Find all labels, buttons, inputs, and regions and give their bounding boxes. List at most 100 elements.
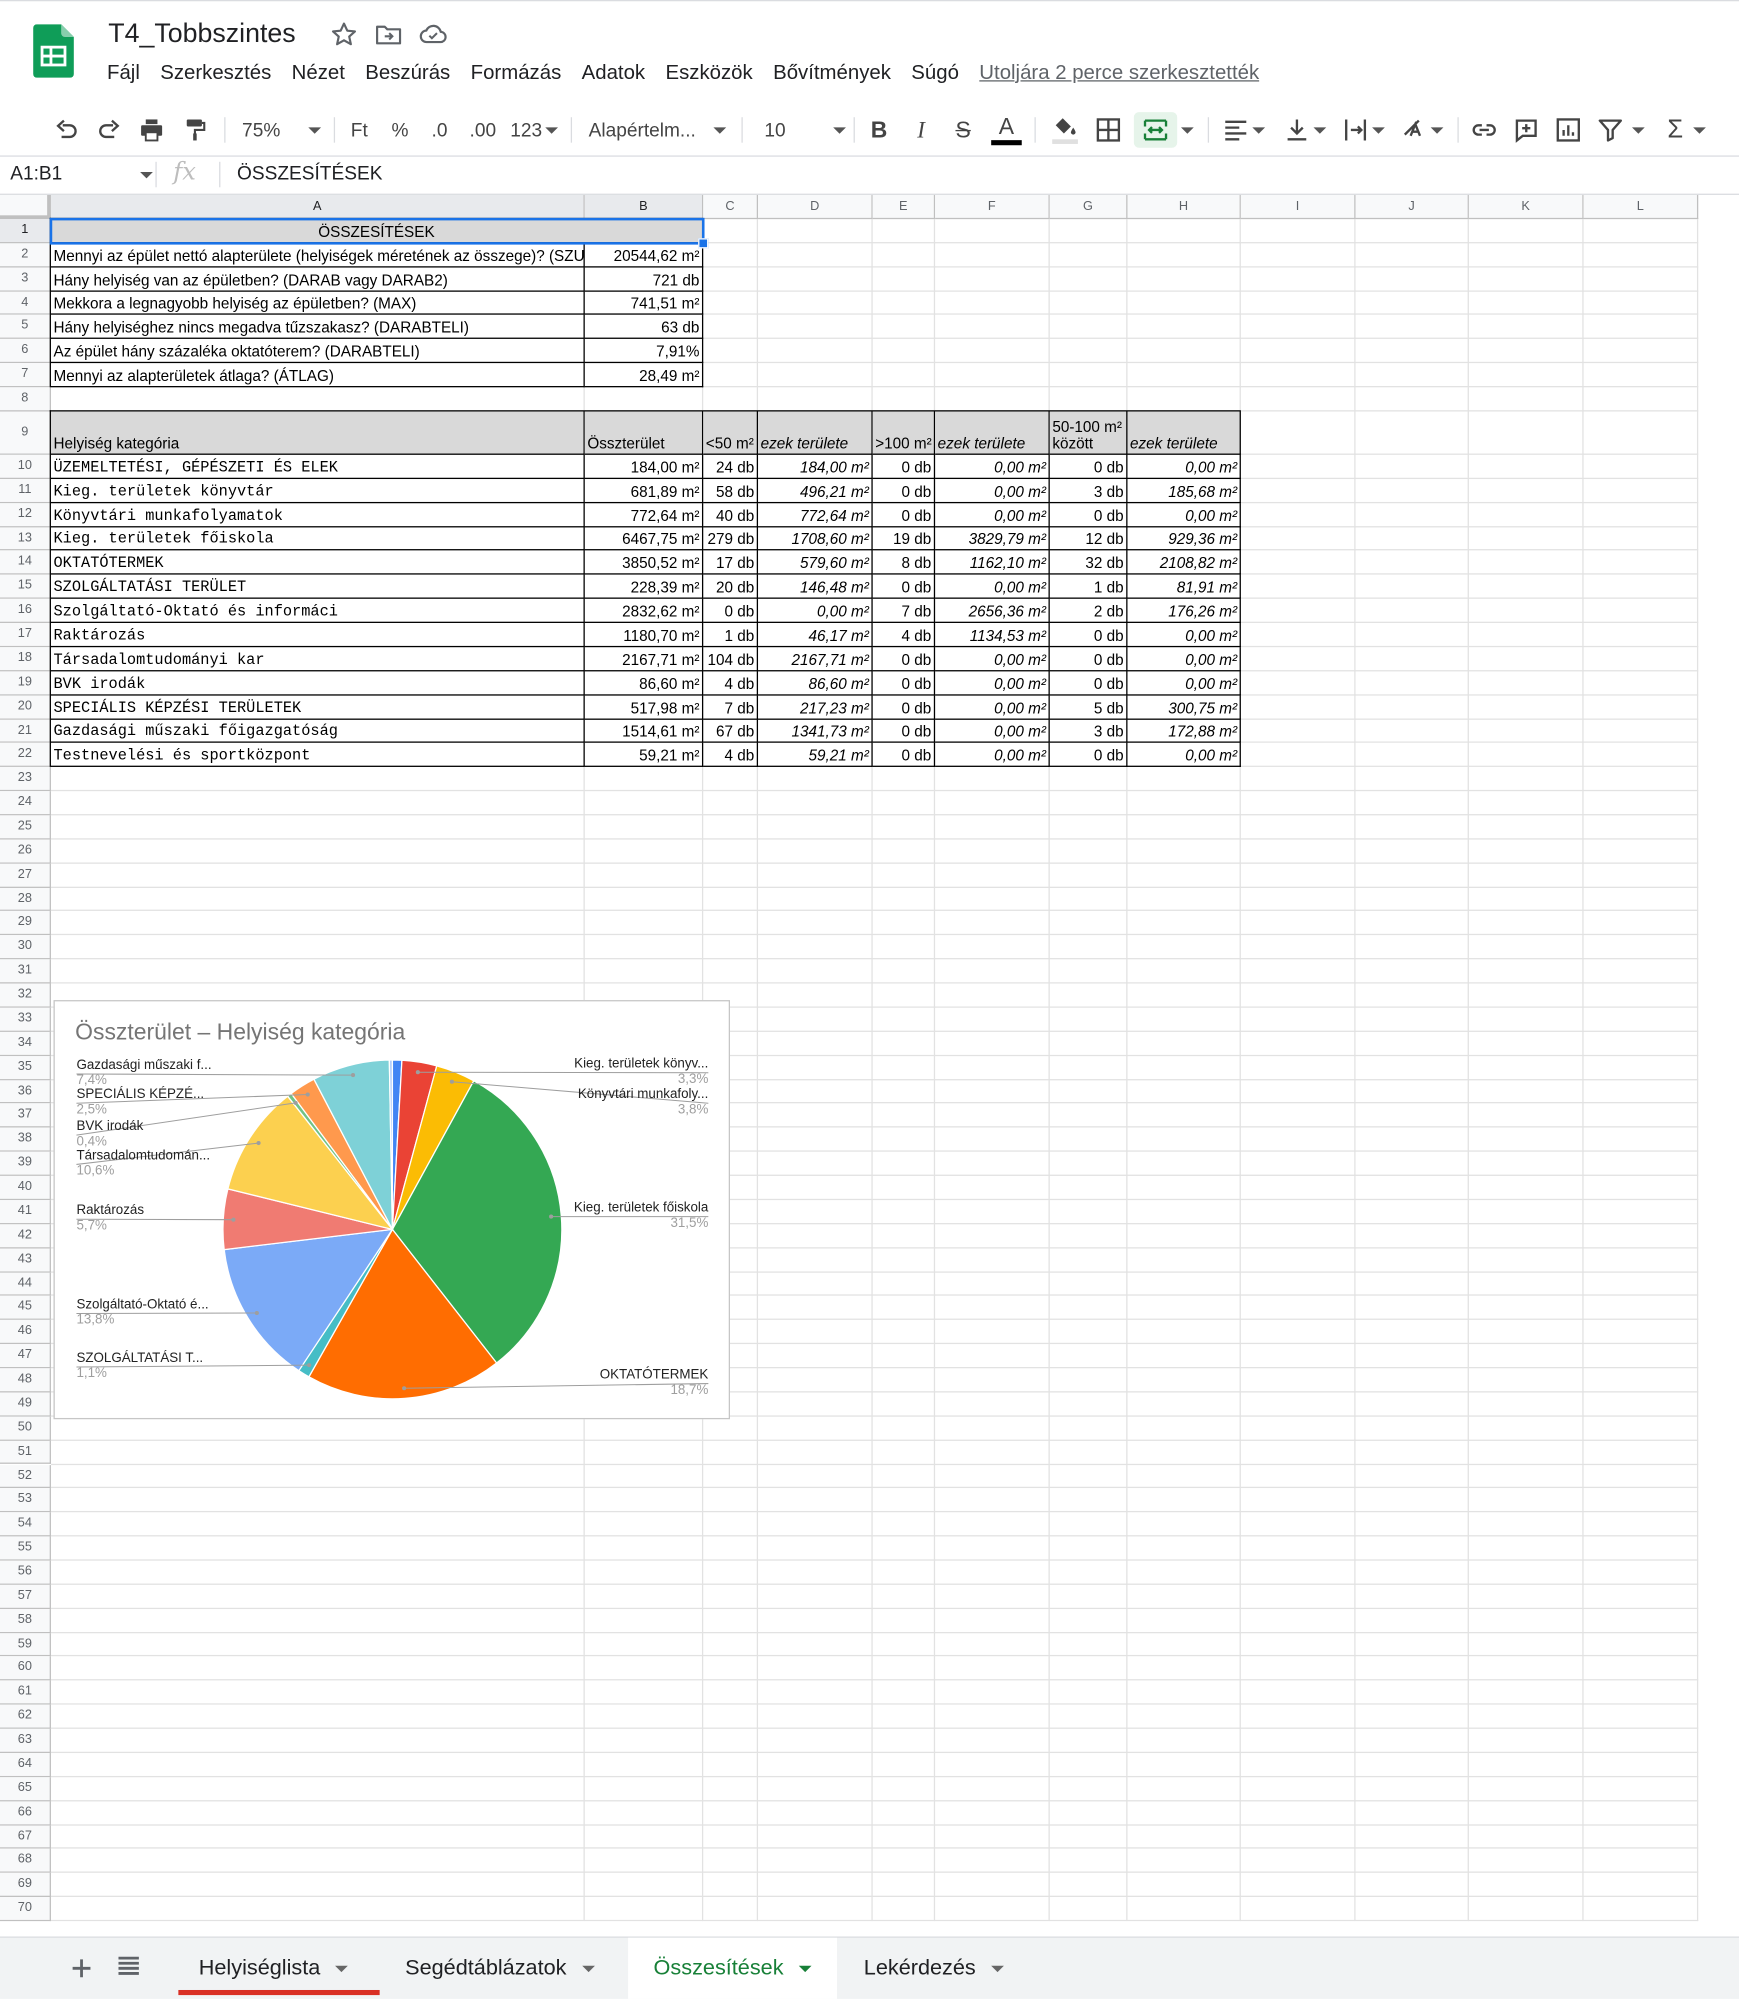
table-cell[interactable]: 0 db	[873, 695, 935, 719]
summary-question-cell[interactable]: Mennyi az alapterületek átlaga? (ÁTLAG)	[51, 363, 585, 387]
table-cell[interactable]: 228,39 m²	[585, 575, 703, 599]
table-cell[interactable]: 1162,10 m²	[935, 551, 1050, 575]
row-header[interactable]: 44	[0, 1272, 51, 1296]
row-header[interactable]: 20	[0, 695, 51, 719]
table-cell[interactable]: 496,21 m²	[758, 479, 873, 503]
row-header[interactable]: 33	[0, 1008, 51, 1032]
zoom-select[interactable]: 75%	[234, 112, 323, 148]
row-header[interactable]: 27	[0, 863, 51, 887]
row-header[interactable]: 31	[0, 960, 51, 984]
row-header[interactable]: 56	[0, 1561, 51, 1585]
row-header[interactable]: 17	[0, 623, 51, 647]
menu-edit[interactable]: Szerkesztés	[150, 62, 281, 90]
text-wrapping-button[interactable]	[1338, 112, 1389, 148]
table-cell[interactable]: 0 db	[1050, 743, 1128, 767]
percent-format-button[interactable]: %	[385, 112, 416, 148]
increase-decimal-button[interactable]: .00	[465, 112, 501, 148]
insert-chart-button[interactable]	[1552, 112, 1585, 148]
table-cell[interactable]: 929,36 m²	[1127, 527, 1240, 551]
summary-value-cell[interactable]: 741,51 m²	[585, 291, 703, 315]
table-cell[interactable]: 24 db	[703, 455, 758, 479]
tab-segedtablazatok[interactable]: Segédtáblázatok	[382, 1938, 624, 1999]
table-cell[interactable]: 579,60 m²	[758, 551, 873, 575]
table-cell[interactable]: 0 db	[873, 719, 935, 743]
redo-button[interactable]	[92, 112, 128, 148]
column-header[interactable]: L	[1584, 195, 1699, 219]
table-cell[interactable]: 46,17 m²	[758, 623, 873, 647]
last-edit-link[interactable]: Utoljára 2 perce szerkesztették	[979, 62, 1259, 90]
row-header[interactable]: 2	[0, 243, 51, 267]
table-cell[interactable]: 2832,62 m²	[585, 599, 703, 623]
strikethrough-button[interactable]: S	[948, 112, 979, 148]
table-cell[interactable]: 0 db	[873, 455, 935, 479]
text-rotation-button[interactable]	[1396, 112, 1447, 148]
create-filter-button[interactable]	[1595, 112, 1646, 148]
column-header[interactable]: H	[1127, 195, 1240, 219]
row-header[interactable]: 54	[0, 1513, 51, 1537]
tab-osszesitesek[interactable]: Összesítések	[628, 1938, 837, 1999]
row-header[interactable]: 24	[0, 791, 51, 815]
cloud-status-icon[interactable]	[418, 19, 449, 50]
table-cell[interactable]: 0,00 m²	[1127, 455, 1240, 479]
summary-question-cell[interactable]: Az épület hány százaléka oktatóterem? (D…	[51, 339, 585, 363]
row-header[interactable]: 26	[0, 839, 51, 863]
category-cell[interactable]: Gazdasági műszaki főigazgatóság	[51, 719, 585, 743]
table-cell[interactable]: 0,00 m²	[935, 575, 1050, 599]
row-header[interactable]: 13	[0, 527, 51, 551]
category-cell[interactable]: SZOLGÁLTATÁSI TERÜLET	[51, 575, 585, 599]
table-cell[interactable]: 0,00 m²	[935, 455, 1050, 479]
category-cell[interactable]: BVK irodák	[51, 671, 585, 695]
row-header[interactable]: 51	[0, 1440, 51, 1464]
table-cell[interactable]: 185,68 m²	[1127, 479, 1240, 503]
summary-value-cell[interactable]: 20544,62 m²	[585, 243, 703, 267]
row-header[interactable]: 18	[0, 647, 51, 671]
table-cell[interactable]: 772,64 m²	[585, 503, 703, 527]
column-header[interactable]: G	[1050, 195, 1128, 219]
pie-chart[interactable]: Összterület – Helyiség kategória Kieg. t…	[54, 1000, 730, 1419]
row-header[interactable]: 34	[0, 1032, 51, 1056]
table-cell[interactable]: 0 db	[873, 503, 935, 527]
row-header[interactable]: 59	[0, 1633, 51, 1657]
row-header[interactable]: 25	[0, 815, 51, 839]
summary-question-cell[interactable]: Hány helyiség van az épületben? (DARAB v…	[51, 267, 585, 291]
table-cell[interactable]: 19 db	[873, 527, 935, 551]
row-header[interactable]: 21	[0, 719, 51, 743]
category-cell[interactable]: Szolgáltató-Oktató és informáci	[51, 599, 585, 623]
row-header[interactable]: 7	[0, 363, 51, 387]
table-cell[interactable]: 0,00 m²	[935, 647, 1050, 671]
name-box[interactable]: A1:B1	[10, 163, 62, 185]
menu-tools[interactable]: Eszközök	[655, 62, 763, 90]
row-header[interactable]: 32	[0, 984, 51, 1008]
bold-button[interactable]: B	[864, 112, 895, 148]
row-header[interactable]: 40	[0, 1176, 51, 1200]
table-cell[interactable]: 20 db	[703, 575, 758, 599]
row-header[interactable]: 36	[0, 1080, 51, 1104]
merge-cells-button[interactable]	[1134, 112, 1177, 148]
table-cell[interactable]: 1 db	[703, 623, 758, 647]
borders-button[interactable]	[1091, 112, 1127, 148]
row-header[interactable]: 57	[0, 1585, 51, 1609]
summary-question-cell[interactable]: Hány helyiséghez nincs megadva tűzszakas…	[51, 315, 585, 339]
table-cell[interactable]: 0 db	[873, 479, 935, 503]
row-header[interactable]: 47	[0, 1344, 51, 1368]
star-icon[interactable]	[329, 19, 360, 50]
row-header[interactable]: 16	[0, 599, 51, 623]
print-button[interactable]	[134, 112, 170, 148]
row-header[interactable]: 41	[0, 1200, 51, 1224]
row-header[interactable]: 63	[0, 1729, 51, 1753]
category-cell[interactable]: Kieg. területek könyvtár	[51, 479, 585, 503]
table-cell[interactable]: 2656,36 m²	[935, 599, 1050, 623]
table-cell[interactable]: 0 db	[873, 743, 935, 767]
insert-comment-button[interactable]	[1510, 112, 1543, 148]
column-header[interactable]: A	[51, 195, 585, 219]
paint-format-button[interactable]	[177, 112, 213, 148]
table-cell[interactable]: 0 db	[873, 671, 935, 695]
fill-color-button[interactable]	[1047, 112, 1083, 148]
table-cell[interactable]: 2167,71 m²	[585, 647, 703, 671]
row-header[interactable]: 39	[0, 1152, 51, 1176]
category-cell[interactable]: Könyvtári munkafolyamatok	[51, 503, 585, 527]
table-cell[interactable]: 0,00 m²	[758, 599, 873, 623]
name-box-dropdown-icon[interactable]	[140, 172, 153, 178]
all-sheets-button[interactable]	[117, 1956, 140, 1983]
table-cell[interactable]: 0,00 m²	[935, 671, 1050, 695]
